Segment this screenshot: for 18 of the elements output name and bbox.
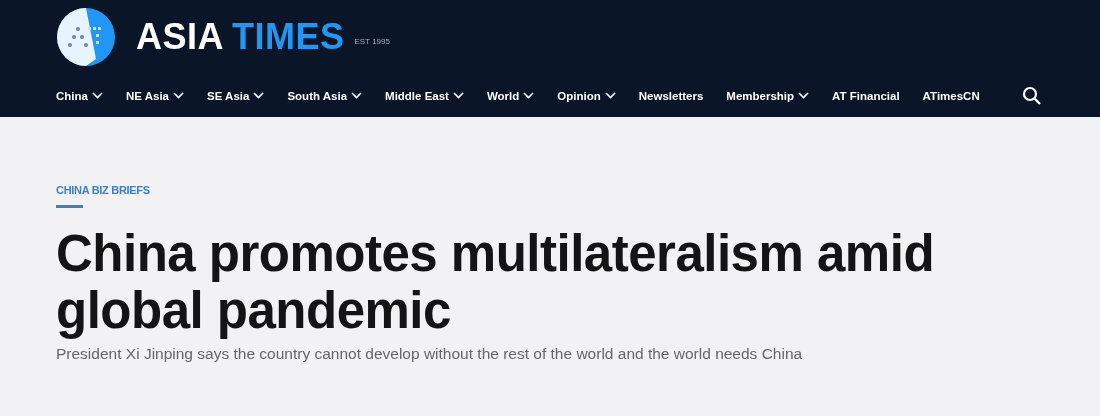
nav-link[interactable]: China <box>56 89 103 102</box>
nav-link[interactable]: ATimesCN <box>922 89 980 102</box>
nav-link[interactable]: Middle East <box>385 89 464 102</box>
search-icon[interactable] <box>1022 85 1042 106</box>
nav-link[interactable]: South Asia <box>287 89 363 102</box>
nav-link[interactable]: NE Asia <box>125 89 184 102</box>
category-link[interactable]: CHINA BIZ BRIEFS <box>56 184 150 196</box>
logo-icon[interactable] <box>56 7 116 67</box>
nav-link[interactable]: AT Financial <box>832 89 900 102</box>
logo-tagline: EST 1995 <box>354 36 390 46</box>
nav-link[interactable]: Membership <box>726 89 810 102</box>
nav-link[interactable]: World <box>486 89 535 102</box>
article-subtitle: President Xi Jinping says the country cannot develop without the rest of the world and the world needs China <box>56 345 804 363</box>
nav-link[interactable]: Opinion <box>557 89 616 102</box>
article-headline: China promotes multilateralism amid global pandemic <box>56 225 936 339</box>
nav-link[interactable]: SE Asia <box>207 89 265 102</box>
site-logo[interactable]: ASIA TIMES <box>136 16 345 58</box>
nav-link[interactable]: Newsletters <box>638 89 704 102</box>
